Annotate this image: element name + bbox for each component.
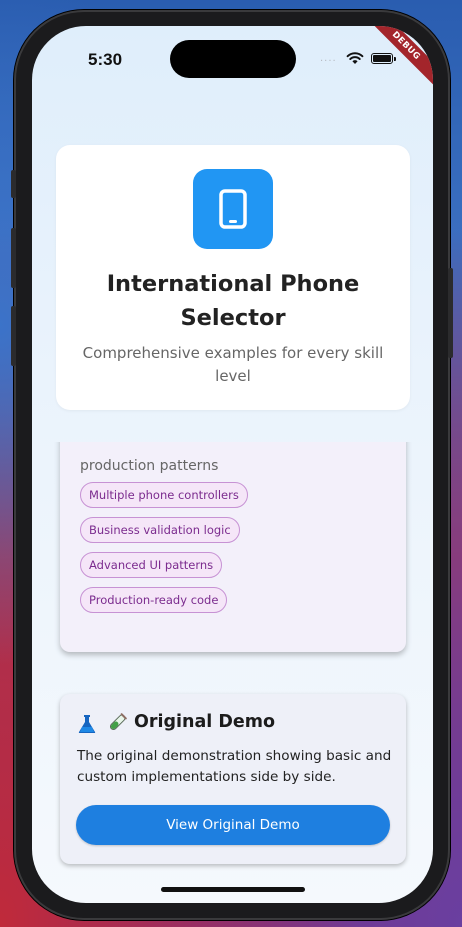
power-button [448, 268, 453, 358]
original-demo-title: Original Demo [134, 712, 276, 732]
feature-chip: Advanced UI patterns [80, 552, 223, 578]
feature-chip: Production-ready code [80, 587, 228, 613]
home-indicator[interactable] [161, 887, 305, 892]
dynamic-island [170, 40, 296, 78]
app-screen: 5:30 .... DEBUG production patterns Mult… [32, 26, 433, 903]
header-card: International Phone Selector Comprehensi… [56, 145, 410, 410]
original-demo-card[interactable]: Original Demo The original demonstration… [60, 694, 406, 864]
status-bar: 5:30 .... DEBUG [32, 26, 433, 91]
smartphone-icon [219, 189, 247, 229]
flask-icon [78, 715, 96, 733]
test-tube-icon [109, 713, 127, 731]
view-original-demo-button[interactable]: View Original Demo [76, 805, 390, 845]
status-time: 5:30 [88, 50, 123, 69]
page-title: International Phone Selector [106, 271, 360, 331]
wifi-icon [346, 52, 364, 64]
battery-icon [371, 53, 396, 64]
feature-chip: Multiple phone controllers [80, 482, 248, 508]
original-demo-description: The original demonstration showing basic… [77, 748, 392, 785]
app-logo [193, 169, 273, 249]
advanced-card-description: production patterns [80, 458, 219, 474]
scroll-content[interactable]: production patterns Multiple phone contr… [32, 442, 433, 903]
feature-chip: Business validation logic [80, 517, 240, 543]
mute-switch [11, 170, 16, 198]
cellular-signal-icon: .... [320, 53, 337, 64]
advanced-example-card[interactable]: production patterns Multiple phone contr… [60, 442, 406, 652]
volume-up-button [11, 228, 16, 288]
page-subtitle: Comprehensive examples for every skill l… [82, 344, 384, 385]
volume-down-button [11, 306, 16, 366]
